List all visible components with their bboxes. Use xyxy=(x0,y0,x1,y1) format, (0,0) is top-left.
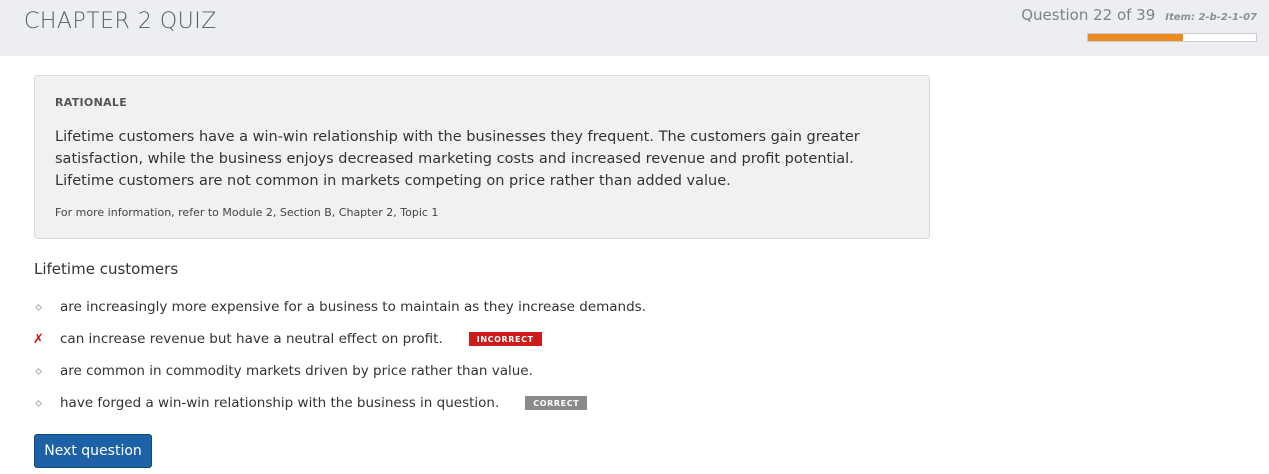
diamond-icon xyxy=(34,399,43,407)
item-code: Item: 2-b-2-1-07 xyxy=(1165,12,1257,23)
rationale-panel: RATIONALE Lifetime customers have a win-… xyxy=(34,75,930,239)
diamond-icon xyxy=(34,303,43,311)
answer-marker: ✗ xyxy=(33,331,60,347)
question-counter: Question 22 of 39 xyxy=(1021,6,1156,24)
progress-info: Question 22 of 39 Item: 2-b-2-1-07 xyxy=(1005,6,1257,25)
rationale-reference: For more information, refer to Module 2,… xyxy=(55,206,439,219)
answer-option-2[interactable]: ✗ can increase revenue but have a neutra… xyxy=(33,329,542,349)
question-stem: Lifetime customers xyxy=(34,260,179,278)
next-question-button[interactable]: Next question xyxy=(34,434,152,468)
correct-badge: CORRECT xyxy=(525,396,588,410)
x-mark-icon: ✗ xyxy=(33,331,44,347)
answer-text: are increasingly more expensive for a bu… xyxy=(60,299,647,315)
answer-option-1[interactable]: are increasingly more expensive for a bu… xyxy=(34,297,646,317)
answer-text: are common in commodity markets driven b… xyxy=(60,363,533,379)
answer-text: can increase revenue but have a neutral … xyxy=(60,331,443,347)
diamond-icon xyxy=(34,367,43,375)
answer-option-4[interactable]: have forged a win-win relationship with … xyxy=(34,393,588,413)
rationale-heading: RATIONALE xyxy=(55,96,128,109)
answer-option-3[interactable]: are common in commodity markets driven b… xyxy=(34,361,533,381)
page-title: CHAPTER 2 QUIZ xyxy=(24,9,217,34)
progress-bar xyxy=(1087,33,1257,42)
answer-text: have forged a win-win relationship with … xyxy=(60,395,500,411)
rationale-text: Lifetime customers have a win-win relati… xyxy=(55,129,860,189)
answer-marker xyxy=(34,303,60,311)
answer-marker xyxy=(34,399,60,407)
incorrect-badge: INCORRECT xyxy=(468,332,542,346)
answer-marker xyxy=(34,367,60,375)
quiz-header: CHAPTER 2 QUIZ Question 22 of 39 Item: 2-… xyxy=(0,0,1269,56)
progress-fill xyxy=(1088,34,1183,41)
